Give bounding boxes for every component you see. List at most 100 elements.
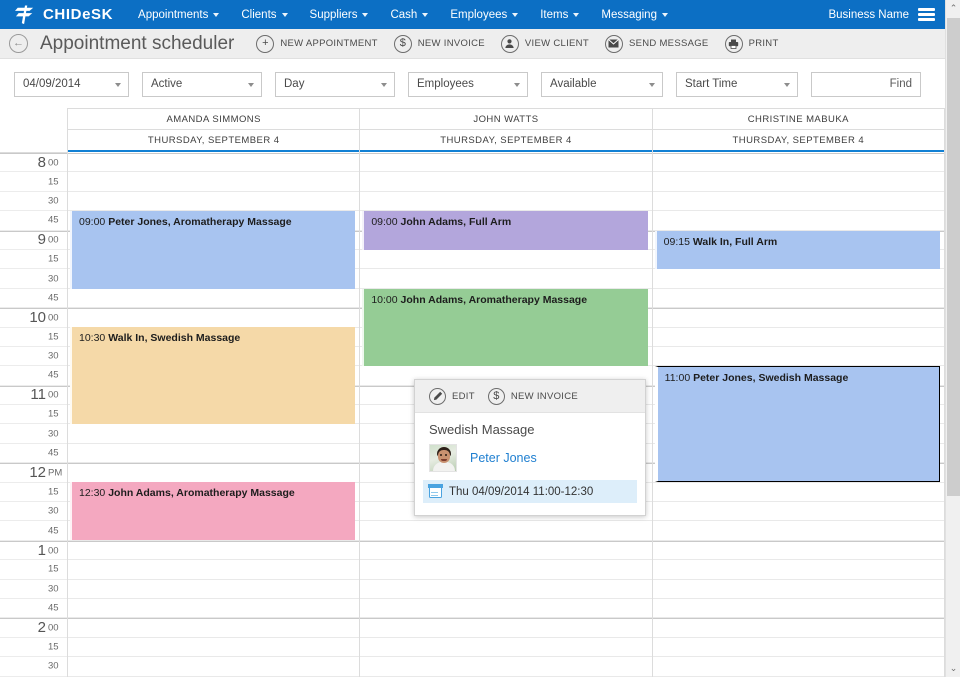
business-name[interactable]: Business Name xyxy=(828,9,909,21)
calendar-slot[interactable] xyxy=(653,657,944,676)
calendar-slot[interactable] xyxy=(68,192,359,211)
time-gutter: 8001530459001530451000153045110015304512… xyxy=(0,153,68,677)
calendar-slot[interactable] xyxy=(653,308,944,327)
calendar-slot[interactable] xyxy=(653,347,944,366)
calendar-slot[interactable] xyxy=(653,560,944,579)
calendar-slot[interactable] xyxy=(68,657,359,676)
calendar-slot[interactable] xyxy=(653,289,944,308)
nav-item-messaging[interactable]: Messaging xyxy=(590,9,679,21)
calendar-slot[interactable] xyxy=(360,599,651,618)
edit-button[interactable]: EDIT xyxy=(429,388,475,405)
calendar-slot[interactable] xyxy=(68,444,359,463)
calendar-slot[interactable] xyxy=(360,657,651,676)
calendar-slot[interactable] xyxy=(68,618,359,637)
appointment-detail-popup: EDIT $ NEW INVOICE Swedish Massage Peter… xyxy=(414,379,646,516)
calendar-slot[interactable] xyxy=(653,192,944,211)
scroll-down-icon[interactable]: ⌄ xyxy=(946,660,960,677)
calendar-slot[interactable] xyxy=(68,172,359,191)
calendar-slot[interactable] xyxy=(360,638,651,657)
time-hour-label: 11 xyxy=(30,388,46,403)
calendar-header: AMANDA SIMMONS THURSDAY, SEPTEMBER 4 JOH… xyxy=(0,108,945,153)
nav-item-cash[interactable]: Cash xyxy=(379,9,439,21)
back-arrow-icon[interactable]: ← xyxy=(9,34,28,53)
calendar-slot[interactable] xyxy=(360,521,651,540)
calendar-slot[interactable] xyxy=(68,599,359,618)
popup-new-invoice-button[interactable]: $ NEW INVOICE xyxy=(488,388,578,405)
find-input[interactable]: Find xyxy=(811,72,921,97)
appointment-block[interactable]: 09:00 Peter Jones, Aromatherapy Massage xyxy=(70,211,355,289)
calendar-slot[interactable] xyxy=(360,541,651,560)
calendar-slot[interactable] xyxy=(653,580,944,599)
date-select[interactable]: 04/09/2014 xyxy=(14,72,129,97)
vertical-scrollbar[interactable]: ⌃ ⌄ xyxy=(945,0,960,677)
appointment-block[interactable]: 09:00 John Adams, Full Arm xyxy=(362,211,647,250)
edit-label: EDIT xyxy=(452,391,475,402)
navbar-right: Business Name xyxy=(828,8,945,21)
calendar-slot[interactable] xyxy=(68,308,359,327)
calendar-slot[interactable] xyxy=(360,618,651,637)
calendar-slot[interactable] xyxy=(360,560,651,579)
calendar-slot[interactable] xyxy=(653,541,944,560)
view-client-button[interactable]: VIEW CLIENT xyxy=(501,35,589,53)
new-invoice-button[interactable]: $ NEW INVOICE xyxy=(394,35,485,53)
hamburger-icon[interactable] xyxy=(918,8,935,21)
calendar-slot[interactable] xyxy=(360,192,651,211)
calendar-slot[interactable] xyxy=(68,560,359,579)
calendar-slot[interactable] xyxy=(653,502,944,521)
calendar-slot[interactable] xyxy=(68,153,359,172)
day-column-amanda-simmons[interactable]: 09:00 Peter Jones, Aromatherapy Massage 1… xyxy=(67,153,360,677)
nav-item-items[interactable]: Items xyxy=(529,9,590,21)
calendar-slot[interactable] xyxy=(653,153,944,172)
appointment-block-selected[interactable]: 11:00 Peter Jones, Swedish Massage xyxy=(655,366,940,482)
day-column-christine-mabuka[interactable]: 09:15 Walk In, Full Arm 11:00 Peter Jones… xyxy=(652,153,945,677)
view-select[interactable]: Day xyxy=(275,72,395,97)
calendar-slot[interactable] xyxy=(68,580,359,599)
time-slot-row: 30 xyxy=(0,269,67,288)
calendar-slot[interactable] xyxy=(360,172,651,191)
status-select[interactable]: Active xyxy=(142,72,262,97)
scrollbar-thumb[interactable] xyxy=(947,18,960,496)
client-name-link[interactable]: Peter Jones xyxy=(470,451,537,465)
calendar-slot[interactable] xyxy=(360,269,651,288)
calendar-slot[interactable] xyxy=(653,638,944,657)
day-label: THURSDAY, SEPTEMBER 4 xyxy=(68,130,359,152)
calendar-slot[interactable] xyxy=(653,172,944,191)
calendar-slot[interactable] xyxy=(68,289,359,308)
nav-item-suppliers[interactable]: Suppliers xyxy=(299,9,380,21)
sort-select[interactable]: Start Time xyxy=(676,72,798,97)
nav-item-clients[interactable]: Clients xyxy=(230,9,298,21)
print-button[interactable]: PRINT xyxy=(725,35,779,53)
appointment-block[interactable]: 10:30 Walk In, Swedish Massage xyxy=(70,327,355,424)
calendar-slot[interactable] xyxy=(653,211,944,230)
appointment-block[interactable]: 09:15 Walk In, Full Arm xyxy=(655,231,940,270)
nav-item-employees[interactable]: Employees xyxy=(439,9,529,21)
calendar-slot[interactable] xyxy=(653,483,944,502)
calendar-slot[interactable] xyxy=(68,541,359,560)
calendar-slot[interactable] xyxy=(653,269,944,288)
chevron-down-icon xyxy=(662,13,668,17)
scroll-up-icon[interactable]: ⌃ xyxy=(946,0,960,17)
calendar-slot[interactable] xyxy=(360,580,651,599)
calendar-icon xyxy=(429,485,442,498)
calendar-slot[interactable] xyxy=(653,328,944,347)
calendar-slot[interactable] xyxy=(653,521,944,540)
chevron-down-icon xyxy=(282,13,288,17)
time-minute-label: 00 xyxy=(48,391,64,401)
new-appointment-button[interactable]: + NEW APPOINTMENT xyxy=(256,35,377,53)
calendar-slot[interactable] xyxy=(653,599,944,618)
availability-select[interactable]: Available xyxy=(541,72,663,97)
brand-logo[interactable]: CHIDeSK xyxy=(0,5,127,25)
calendar-slot[interactable] xyxy=(360,250,651,269)
nav-item-appointments[interactable]: Appointments xyxy=(127,9,230,21)
time-minute-label: 15 xyxy=(48,332,64,342)
appointment-block[interactable]: 10:00 John Adams, Aromatherapy Massage xyxy=(362,289,647,367)
resource-select[interactable]: Employees xyxy=(408,72,528,97)
calendar-slot[interactable] xyxy=(68,463,359,482)
calendar-slot[interactable] xyxy=(360,153,651,172)
chevron-down-icon xyxy=(573,13,579,17)
calendar-slot[interactable] xyxy=(68,638,359,657)
appointment-block[interactable]: 12:30 John Adams, Aromatherapy Massage xyxy=(70,482,355,540)
calendar-slot[interactable] xyxy=(653,618,944,637)
send-message-button[interactable]: SEND MESSAGE xyxy=(605,35,709,53)
calendar-slot[interactable] xyxy=(68,424,359,443)
